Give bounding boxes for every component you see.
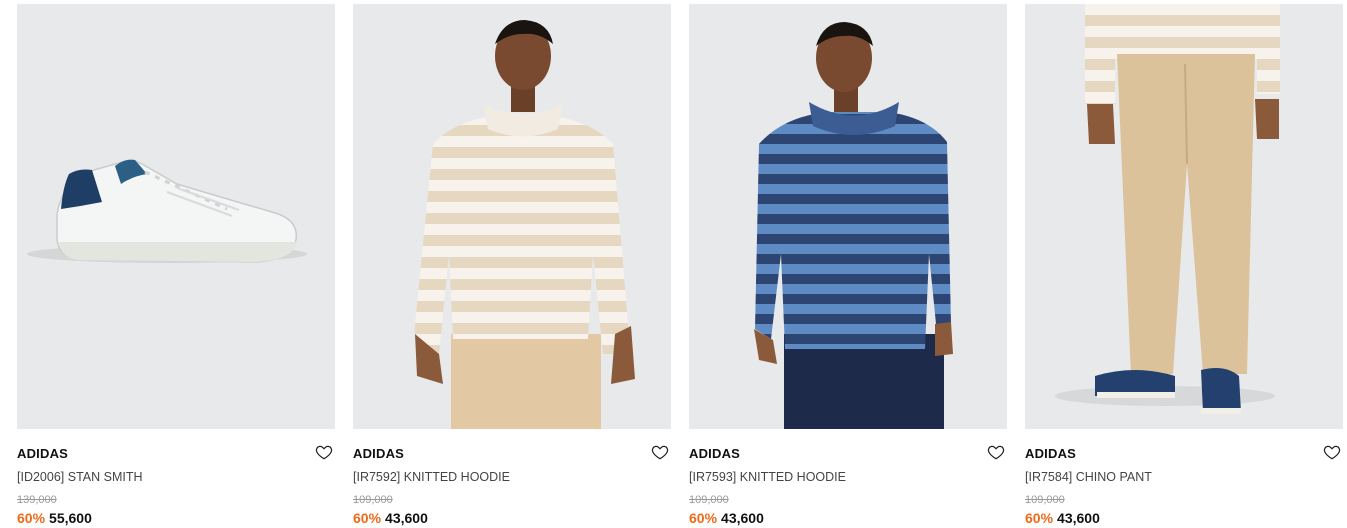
- heart-outline-icon[interactable]: [315, 443, 333, 461]
- original-price: 109,000: [1025, 494, 1065, 506]
- brand-row: ADIDAS: [689, 443, 1007, 466]
- product-brand: ADIDAS: [353, 446, 405, 461]
- discount-rate: 60%: [689, 510, 718, 526]
- product-image[interactable]: [1025, 4, 1343, 429]
- product-name[interactable]: [IR7593] KNITTED HOODIE: [689, 469, 1007, 485]
- sale-price: 43,600: [1057, 510, 1100, 526]
- price-row: 60% 55,600: [17, 509, 335, 527]
- discount-rate: 60%: [353, 510, 382, 526]
- product-image[interactable]: [689, 4, 1007, 429]
- product-card[interactable]: ADIDAS [ID2006] STAN SMITH 139,000 60% 55…: [17, 4, 335, 527]
- price-row: 60% 43,600: [1025, 509, 1343, 527]
- product-grid: ADIDAS [ID2006] STAN SMITH 139,000 60% 55…: [17, 4, 1343, 527]
- product-brand: ADIDAS: [689, 446, 741, 461]
- product-brand: ADIDAS: [1025, 446, 1077, 461]
- price-row: 60% 43,600: [353, 509, 671, 527]
- sale-price: 55,600: [49, 510, 92, 526]
- price-row: 60% 43,600: [689, 509, 1007, 527]
- product-card[interactable]: ADIDAS [IR7593] KNITTED HOODIE 109,000 6…: [689, 4, 1007, 527]
- discount-rate: 60%: [1025, 510, 1054, 526]
- brand-row: ADIDAS: [17, 443, 335, 466]
- product-image[interactable]: [17, 4, 335, 429]
- product-name[interactable]: [IR7584] CHINO PANT: [1025, 469, 1343, 485]
- heart-outline-icon[interactable]: [987, 443, 1005, 461]
- original-price: 109,000: [353, 494, 393, 506]
- product-brand: ADIDAS: [17, 446, 69, 461]
- product-card[interactable]: ADIDAS [IR7584] CHINO PANT 109,000 60% 43…: [1025, 4, 1343, 527]
- heart-outline-icon[interactable]: [651, 443, 669, 461]
- brand-row: ADIDAS: [1025, 443, 1343, 466]
- sale-price: 43,600: [385, 510, 428, 526]
- discount-rate: 60%: [17, 510, 46, 526]
- original-price: 109,000: [689, 494, 729, 506]
- sale-price: 43,600: [721, 510, 764, 526]
- brand-row: ADIDAS: [353, 443, 671, 466]
- heart-outline-icon[interactable]: [1323, 443, 1341, 461]
- product-image[interactable]: [353, 4, 671, 429]
- product-card[interactable]: ADIDAS [IR7592] KNITTED HOODIE 109,000 6…: [353, 4, 671, 527]
- product-name[interactable]: [IR7592] KNITTED HOODIE: [353, 469, 671, 485]
- original-price: 139,000: [17, 494, 57, 506]
- product-name[interactable]: [ID2006] STAN SMITH: [17, 469, 335, 485]
